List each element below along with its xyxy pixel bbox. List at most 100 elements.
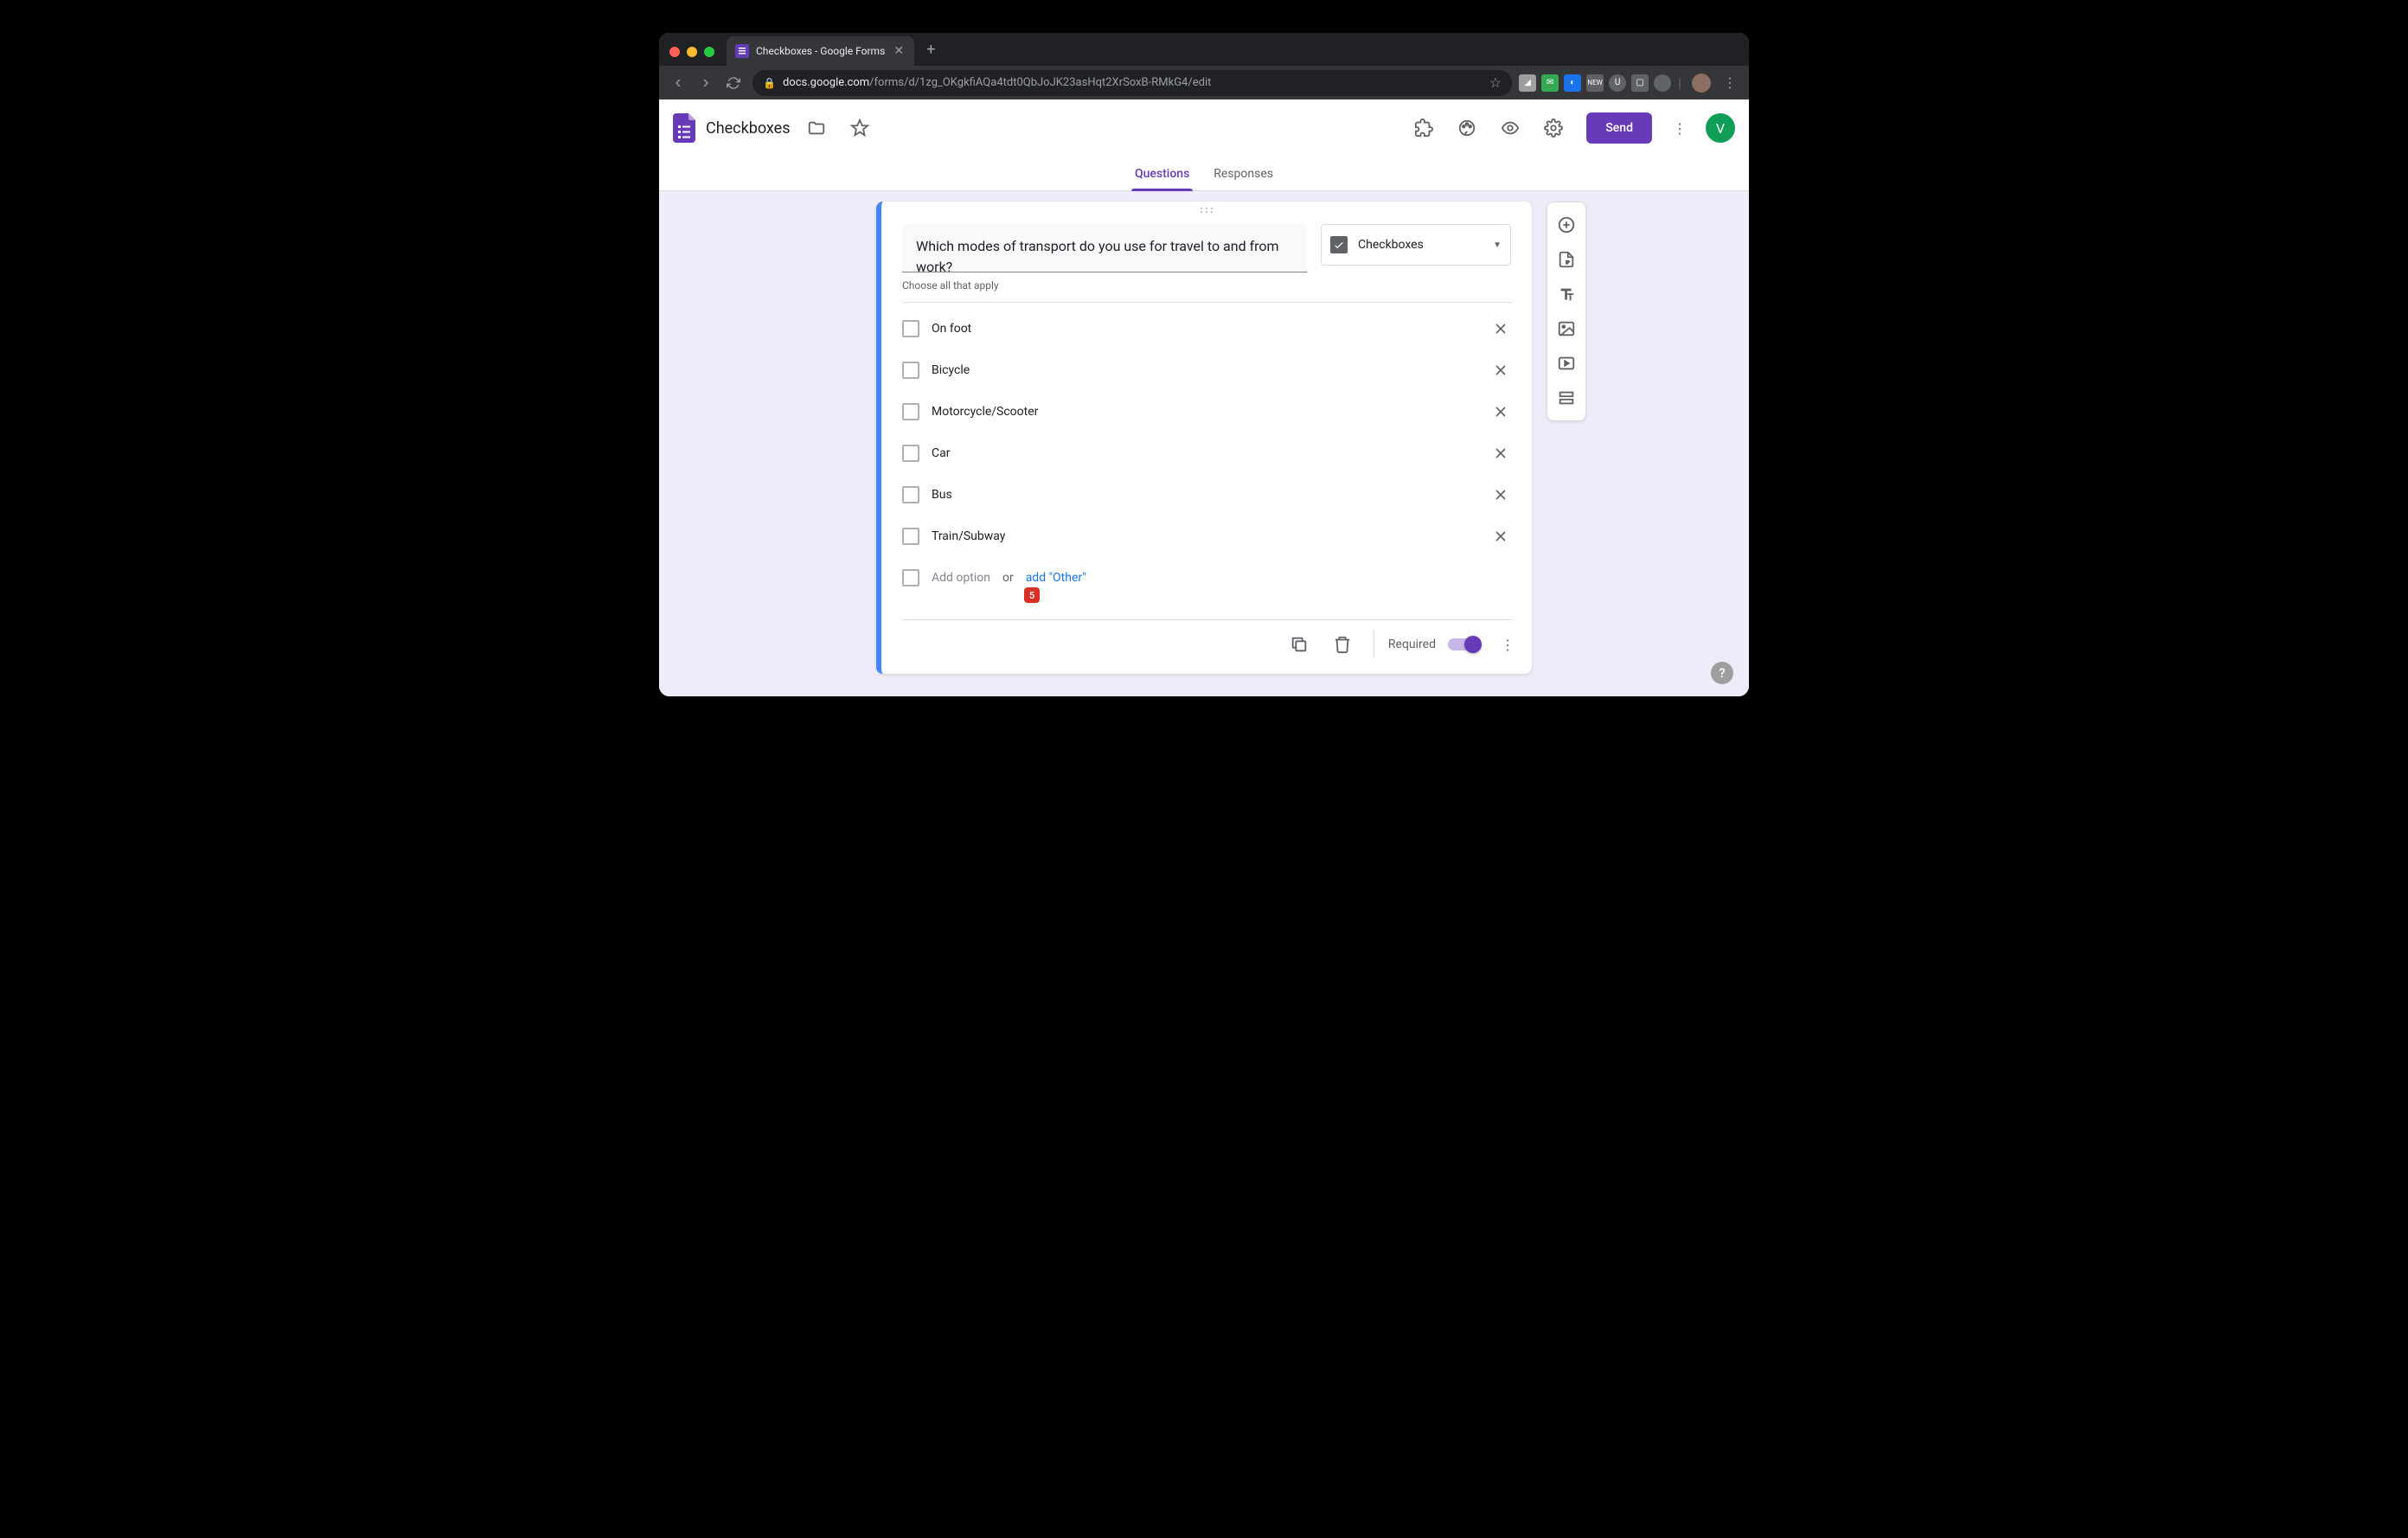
maximize-window-button[interactable] [704, 47, 714, 57]
checkbox-type-icon [1330, 236, 1348, 253]
remove-option-button[interactable] [1490, 526, 1511, 547]
option-row: Train/Subway [902, 516, 1511, 557]
form-tabs: Questions Responses [659, 157, 1749, 191]
ext-circle-icon[interactable]: ◐ [1564, 74, 1581, 92]
ext-mail-icon[interactable]: ✉ [1541, 74, 1559, 92]
remove-option-button[interactable] [1490, 401, 1511, 422]
forms-logo-icon [673, 113, 695, 143]
chrome-menu-button[interactable]: ⋮ [1718, 71, 1742, 95]
option-row: Car [902, 433, 1511, 474]
tab-strip: Checkboxes - Google Forms ✕ + [659, 33, 1749, 66]
remove-option-button[interactable] [1490, 318, 1511, 339]
forms-header: Checkboxes Send ⋮ V [659, 99, 1749, 157]
question-description[interactable]: Choose all that apply [881, 272, 1532, 292]
window-controls [669, 47, 714, 57]
reload-button[interactable] [721, 71, 746, 95]
checkbox-icon [902, 528, 919, 545]
toolbar: 🔒 docs.google.com/forms/d/1zg_OKgkfiAQa4… [659, 66, 1749, 99]
option-row: Bicycle [902, 349, 1511, 391]
duplicate-button[interactable] [1282, 627, 1316, 662]
dropdown-arrow-icon: ▼ [1493, 240, 1502, 250]
close-window-button[interactable] [669, 47, 680, 57]
tab-questions[interactable]: Questions [1135, 157, 1189, 190]
remove-option-button[interactable] [1490, 360, 1511, 381]
bookmark-star-icon[interactable]: ☆ [1489, 74, 1502, 91]
extension-icons: ◢ ✉ ◐ NEW U ▢ [1519, 74, 1671, 92]
ext-u-icon[interactable]: U [1609, 74, 1626, 92]
add-option-input[interactable]: Add option [932, 571, 990, 585]
floating-toolbar [1547, 202, 1586, 421]
customize-theme-button[interactable] [1457, 118, 1477, 138]
checkbox-icon [902, 403, 919, 420]
ext-chat-icon[interactable]: ▢ [1631, 74, 1649, 92]
question-title-input[interactable]: Which modes of transport do you use for … [902, 224, 1307, 272]
more-options-button[interactable]: ⋮ [1673, 120, 1687, 137]
address-bar[interactable]: 🔒 docs.google.com/forms/d/1zg_OKgkfiAQa4… [752, 70, 1512, 96]
browser-window: Checkboxes - Google Forms ✕ + 🔒 docs.goo… [659, 33, 1749, 696]
option-row: On foot [902, 308, 1511, 349]
drag-handle-icon[interactable] [881, 202, 1532, 219]
toolbar-separator: | [1678, 74, 1681, 91]
option-label[interactable]: Car [932, 446, 1478, 460]
star-button[interactable] [849, 118, 870, 138]
user-avatar[interactable]: V [1706, 113, 1735, 143]
add-other-button[interactable]: add "Other" [1026, 571, 1086, 585]
question-footer: Required ⋮ [881, 620, 1532, 674]
import-questions-button[interactable] [1547, 242, 1585, 277]
addons-button[interactable] [1413, 118, 1434, 138]
option-label[interactable]: Bicycle [932, 363, 1478, 377]
add-title-button[interactable] [1547, 277, 1585, 311]
option-label[interactable]: Bus [932, 488, 1478, 502]
chrome-profile-avatar[interactable] [1692, 74, 1711, 93]
option-label[interactable]: Motorcycle/Scooter [932, 405, 1478, 419]
question-card[interactable]: Which modes of transport do you use for … [876, 202, 1532, 674]
checkbox-icon [902, 569, 919, 586]
preview-button[interactable] [1500, 118, 1521, 138]
option-row: Bus [902, 474, 1511, 516]
tab-title: Checkboxes - Google Forms [756, 45, 885, 57]
send-button[interactable]: Send [1586, 112, 1652, 144]
question-type-selector[interactable]: Checkboxes ▼ [1321, 224, 1511, 266]
required-label: Required [1388, 638, 1436, 651]
back-button[interactable] [666, 71, 690, 95]
remove-option-button[interactable] [1490, 443, 1511, 464]
checkbox-icon [902, 320, 919, 337]
move-to-folder-button[interactable] [806, 118, 827, 138]
browser-tab[interactable]: Checkboxes - Google Forms ✕ [727, 36, 914, 66]
question-more-button[interactable]: ⋮ [1494, 637, 1521, 653]
tab-responses[interactable]: Responses [1214, 157, 1273, 190]
url-text: docs.google.com/forms/d/1zg_OKgkfiAQa4td… [783, 76, 1211, 89]
required-toggle[interactable] [1448, 638, 1480, 650]
option-label[interactable]: Train/Subway [932, 529, 1478, 543]
settings-button[interactable] [1543, 118, 1564, 138]
add-option-row: Add option or add "Other" [902, 557, 1511, 599]
add-question-button[interactable] [1547, 208, 1585, 242]
question-type-label: Checkboxes [1358, 238, 1483, 252]
minimize-window-button[interactable] [687, 47, 697, 57]
remove-option-button[interactable] [1490, 484, 1511, 505]
form-title[interactable]: Checkboxes [706, 119, 791, 138]
question-title-text: Which modes of transport do you use for … [916, 236, 1293, 272]
browser-chrome: Checkboxes - Google Forms ✕ + 🔒 docs.goo… [659, 33, 1749, 99]
option-label[interactable]: On foot [932, 322, 1478, 336]
ext-drive-icon[interactable]: ◢ [1519, 74, 1536, 92]
forms-favicon [735, 44, 749, 58]
add-or-text: or [1002, 571, 1014, 585]
forward-button[interactable] [694, 71, 718, 95]
delete-button[interactable] [1325, 627, 1360, 662]
add-video-button[interactable] [1547, 346, 1585, 381]
help-button[interactable]: ? [1711, 662, 1733, 684]
ext-new-icon[interactable]: NEW [1586, 74, 1604, 92]
ext-dot-icon[interactable] [1654, 74, 1671, 92]
notification-badge: 5 [1024, 587, 1040, 603]
close-tab-button[interactable]: ✕ [892, 44, 906, 58]
add-section-button[interactable] [1547, 381, 1585, 415]
form-canvas: Which modes of transport do you use for … [659, 191, 1749, 696]
options-list: On foot Bicycle Motorcycle/Scooter Car [881, 303, 1532, 606]
add-image-button[interactable] [1547, 311, 1585, 346]
new-tab-button[interactable]: + [926, 41, 935, 59]
checkbox-icon [902, 445, 919, 462]
checkbox-icon [902, 486, 919, 503]
option-row: Motorcycle/Scooter [902, 391, 1511, 433]
checkbox-icon [902, 362, 919, 379]
